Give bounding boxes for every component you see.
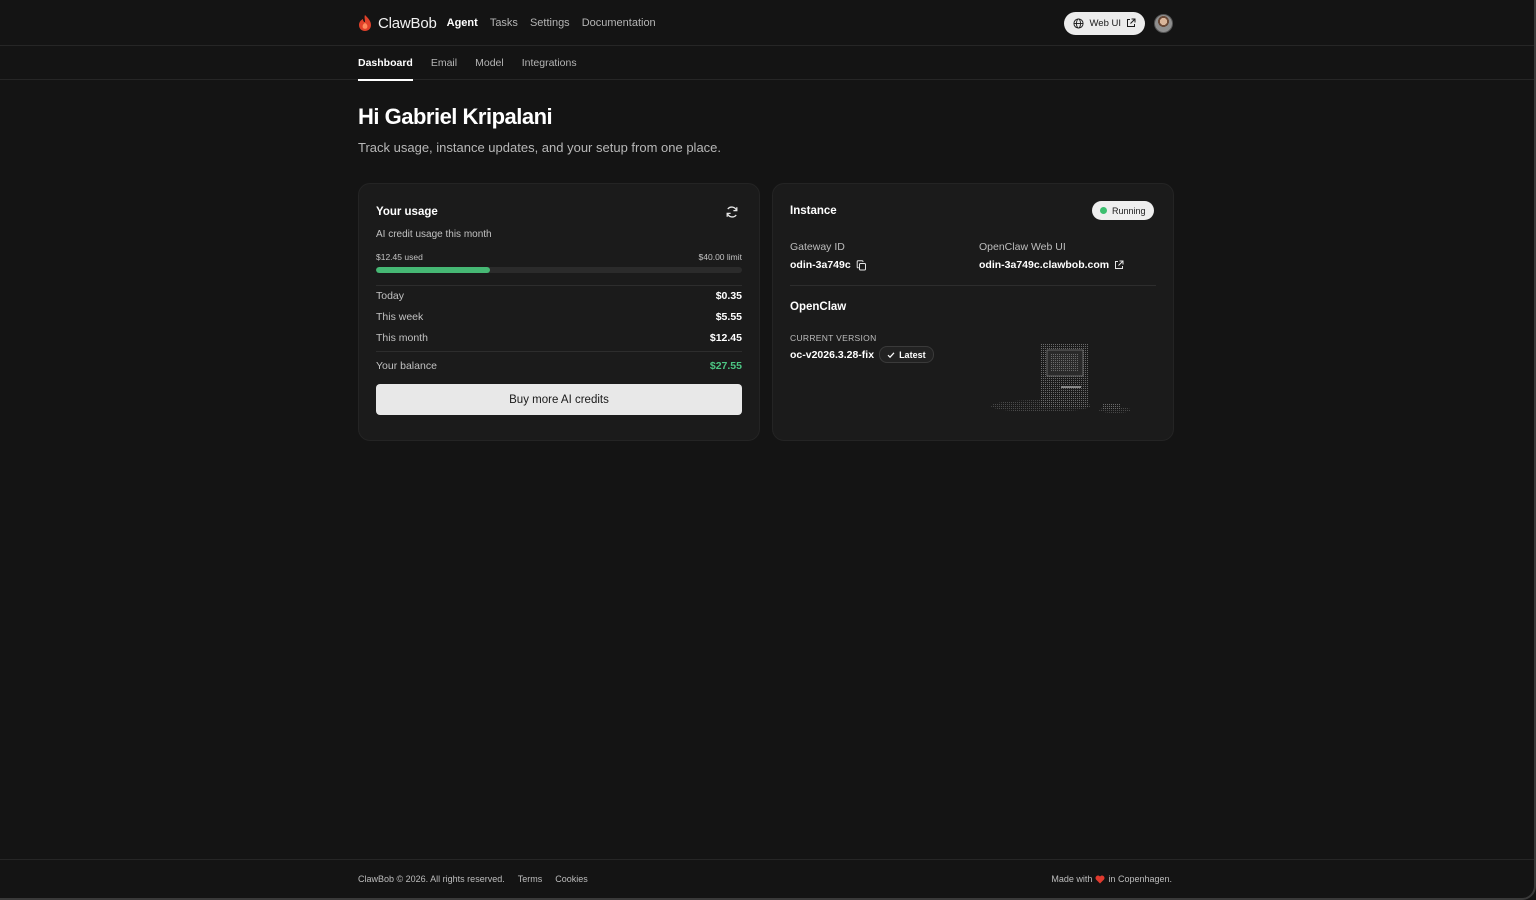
divider (790, 285, 1156, 286)
made-with-suffix: in Copenhagen. (1108, 874, 1172, 884)
computer-illustration (991, 344, 1131, 413)
tab-email[interactable]: Email (431, 46, 457, 80)
tab-model[interactable]: Model (475, 46, 504, 80)
instance-card: Instance Running Gateway ID odin-3a749c … (772, 183, 1174, 441)
used-amount: $12.45 used (376, 252, 423, 262)
usage-row-label: This month (376, 332, 428, 344)
usage-row-value: $5.55 (715, 311, 742, 323)
usage-row-today: Today $0.35 (376, 290, 742, 302)
usage-row-label: Today (376, 290, 405, 302)
limit-amount: $40.00 limit (698, 252, 742, 262)
web-ui-url[interactable]: odin-3a749c.clawbob.com (979, 259, 1124, 271)
buy-credits-button[interactable]: Buy more AI credits (376, 384, 742, 415)
version-info: oc-v2026.3.28-fix Latest (790, 346, 934, 363)
usage-card: Your usage AI credit usage this month $1… (358, 183, 760, 441)
status-badge: Running (1092, 201, 1154, 220)
brand-name: ClawBob (378, 14, 437, 32)
refresh-icon[interactable] (725, 205, 739, 219)
divider (376, 351, 742, 352)
app-window: ClawBob Agent Tasks Settings Documentati… (0, 0, 1536, 900)
usage-progress-fill (376, 267, 490, 273)
openclaw-title: OpenClaw (790, 301, 847, 313)
usage-progress-bar (376, 267, 742, 273)
page-title: Hi Gabriel Kripalani (358, 104, 553, 129)
page-subtitle: Track usage, instance updates, and your … (358, 140, 722, 155)
footer-link-cookies[interactable]: Cookies (555, 874, 588, 884)
version-value: oc-v2026.3.28-fix (790, 348, 875, 361)
gateway-id-label: Gateway ID (790, 241, 845, 253)
copyright: ClawBob © 2026. All rights reserved. (358, 874, 505, 884)
claw-logo-icon (359, 15, 371, 31)
check-icon (887, 351, 895, 358)
nav-link-documentation[interactable]: Documentation (582, 17, 656, 29)
web-ui-url-value[interactable]: odin-3a749c.clawbob.com (979, 259, 1109, 271)
status-dot-icon (1100, 207, 1107, 214)
nav-link-agent[interactable]: Agent (447, 17, 478, 29)
tab-dashboard[interactable]: Dashboard (358, 46, 413, 81)
usage-row-month: This month $12.45 (376, 332, 742, 344)
tab-integrations[interactable]: Integrations (522, 46, 577, 80)
balance-label: Your balance (376, 360, 437, 372)
usage-row-week: This week $5.55 (376, 311, 742, 323)
brand-logo[interactable]: ClawBob (358, 14, 437, 32)
copy-icon[interactable] (856, 259, 867, 271)
footer-link-terms[interactable]: Terms (518, 874, 543, 884)
user-avatar[interactable] (1154, 13, 1173, 33)
dashboard-tabs: Dashboard Email Model Integrations (0, 46, 1534, 81)
status-text: Running (1112, 205, 1146, 216)
balance-row: Your balance $27.55 (376, 360, 742, 372)
gateway-id: odin-3a749c (790, 259, 867, 271)
usage-title: Your usage (376, 206, 438, 218)
made-with-prefix: Made with (1051, 874, 1093, 884)
nav-link-tasks[interactable]: Tasks (490, 17, 518, 29)
usage-row-value: $12.45 (709, 332, 742, 344)
usage-row-value: $0.35 (715, 290, 742, 302)
instance-title: Instance (790, 205, 837, 217)
external-link-icon (1127, 18, 1136, 27)
heart-icon (1095, 875, 1105, 883)
web-ui-url-label: OpenClaw Web UI (979, 241, 1066, 253)
latest-badge: Latest (879, 346, 934, 363)
usage-row-label: This week (376, 311, 424, 323)
version-label: CURRENT VERSION (790, 333, 877, 343)
top-navigation: ClawBob Agent Tasks Settings Documentati… (0, 0, 1534, 46)
made-with-note: Made with in Copenhagen. (1051, 874, 1172, 884)
usage-bar-labels: $12.45 used $40.00 limit (376, 252, 742, 262)
globe-icon (1073, 17, 1085, 29)
external-link-icon[interactable] (1114, 260, 1124, 270)
balance-value: $27.55 (709, 360, 742, 372)
usage-subtitle: AI credit usage this month (376, 229, 492, 240)
divider (376, 285, 742, 286)
web-ui-button[interactable]: Web UI (1064, 11, 1145, 35)
nav-link-settings[interactable]: Settings (530, 17, 570, 29)
latest-text: Latest (899, 349, 926, 360)
web-ui-label: Web UI (1089, 17, 1121, 29)
footer: ClawBob © 2026. All rights reserved. Ter… (0, 859, 1534, 897)
gateway-id-value: odin-3a749c (790, 259, 851, 271)
